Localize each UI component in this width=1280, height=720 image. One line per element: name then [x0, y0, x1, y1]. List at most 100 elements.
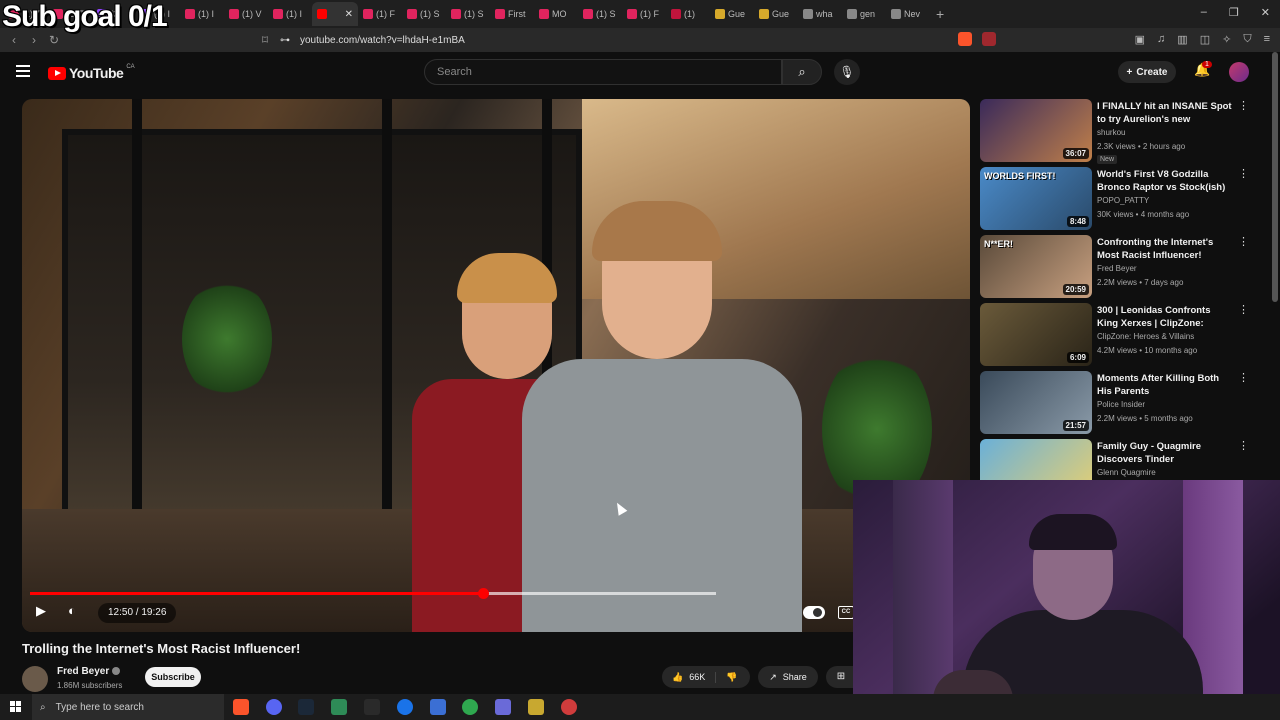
browser-tab[interactable]: (1) F: [622, 2, 666, 26]
recommended-video[interactable]: N**ER! 20:59 Confronting the Internet's Mo…: [980, 235, 1260, 303]
vpn-icon[interactable]: ⛉: [1243, 33, 1251, 46]
account-avatar[interactable]: [1229, 62, 1249, 82]
discord-taskbar-icon[interactable]: [266, 699, 282, 715]
play-icon[interactable]: ▶: [36, 603, 46, 619]
app-taskbar-icon[interactable]: [331, 699, 347, 715]
browser-tab[interactable]: (1) I: [180, 2, 224, 26]
wallet-icon[interactable]: ◫: [1200, 33, 1210, 46]
minimize-icon[interactable]: –: [1201, 6, 1207, 19]
browser-tab[interactable]: (1) I: [268, 2, 312, 26]
more-options-icon[interactable]: ⋮: [1238, 235, 1249, 248]
recommended-video-title[interactable]: I FINALLY hit an INSANE Spot to try Aure…: [1097, 100, 1233, 126]
browser-tab[interactable]: (1) F: [358, 2, 402, 26]
video-thumbnail[interactable]: 21:57: [980, 371, 1092, 434]
share-button[interactable]: ↗ Share: [758, 666, 818, 688]
brave-taskbar-icon[interactable]: [233, 699, 249, 715]
more-options-icon[interactable]: ⋮: [1238, 439, 1249, 452]
browser-tab[interactable]: First: [490, 2, 534, 26]
media-icon[interactable]: ♫: [1157, 33, 1165, 46]
browser-tab[interactable]: (1) S: [446, 2, 490, 26]
recommended-video-title[interactable]: Moments After Killing Both His Parents: [1097, 372, 1233, 398]
browser-tab[interactable]: (1) S: [578, 2, 622, 26]
reload-icon[interactable]: ↻: [44, 33, 64, 47]
youtube-logo[interactable]: YouTube CA: [48, 64, 135, 81]
browser-tab[interactable]: MO: [534, 2, 578, 26]
subscribe-button[interactable]: Subscribe: [145, 667, 201, 687]
browser-tab[interactable]: Gue: [754, 2, 798, 26]
recommended-channel-name[interactable]: Glenn Quagmire: [1097, 468, 1156, 477]
menu-icon[interactable]: ≡: [1264, 33, 1270, 46]
xbox-taskbar-icon[interactable]: [462, 699, 478, 715]
app-taskbar-icon[interactable]: [397, 699, 413, 715]
video-thumbnail[interactable]: WORLDS FIRST! 8:48: [980, 167, 1092, 230]
video-thumbnail[interactable]: 36:07: [980, 99, 1092, 162]
recommended-video[interactable]: 36:07 I FINALLY hit an INSANE Spot to try…: [980, 99, 1260, 167]
recommended-video[interactable]: 6:09 300 | Leonidas Confronts King Xerxes…: [980, 303, 1260, 371]
browser-tab[interactable]: Nev: [886, 2, 930, 26]
close-window-icon[interactable]: ✕: [1261, 6, 1270, 19]
taskbar-search[interactable]: ⌕ Type here to search: [32, 694, 224, 720]
epic-taskbar-icon[interactable]: [364, 699, 380, 715]
recommended-video-title[interactable]: Family Guy - Quagmire Discovers Tinder: [1097, 440, 1233, 466]
dislike-button[interactable]: 👎: [716, 672, 747, 683]
page-scrollbar[interactable]: [1272, 52, 1278, 302]
recommended-channel-name[interactable]: shurkou: [1097, 128, 1125, 137]
reader-icon[interactable]: ▥: [1177, 33, 1187, 46]
video-thumbnail[interactable]: N**ER! 20:59: [980, 235, 1092, 298]
browser-tab[interactable]: Gue: [710, 2, 754, 26]
maximize-icon[interactable]: ❐: [1229, 6, 1239, 19]
recommended-video[interactable]: 21:57 Moments After Killing Both His Pare…: [980, 371, 1260, 439]
bookmark-icon[interactable]: ⌑: [255, 33, 275, 47]
brave-shield-icon[interactable]: [958, 32, 972, 46]
more-options-icon[interactable]: ⋮: [1238, 99, 1249, 112]
microphone-icon[interactable]: 🎙: [834, 59, 860, 85]
search-input[interactable]: Search: [424, 59, 782, 85]
save-button[interactable]: ⊞: [826, 666, 856, 688]
windows-start-icon[interactable]: [10, 701, 22, 713]
browser-tab[interactable]: wha: [798, 2, 842, 26]
progress-scrubber[interactable]: [477, 588, 489, 599]
recommended-channel-name[interactable]: Police Insider: [1097, 400, 1145, 409]
recommended-channel-name[interactable]: POPO_PATTY: [1097, 196, 1149, 205]
steam-taskbar-icon[interactable]: [298, 699, 314, 715]
recommended-channel-name[interactable]: Fred Beyer: [1097, 264, 1137, 273]
browser-tab[interactable]: ✕: [312, 2, 358, 26]
captions-icon[interactable]: CC: [838, 606, 854, 619]
app-taskbar-icon[interactable]: [528, 699, 544, 715]
browser-tab[interactable]: (1): [666, 2, 710, 26]
like-button[interactable]: 👍 66K: [662, 671, 717, 683]
app-taskbar-icon[interactable]: [430, 699, 446, 715]
tab-close-icon[interactable]: ✕: [345, 9, 353, 20]
forward-icon[interactable]: ›: [24, 33, 44, 47]
more-options-icon[interactable]: ⋮: [1238, 167, 1249, 180]
browser-tab[interactable]: (1) S: [402, 2, 446, 26]
recommended-video-title[interactable]: World's First V8 Godzilla Bronco Raptor …: [1097, 168, 1233, 194]
back-icon[interactable]: ‹: [4, 33, 24, 47]
address-bar[interactable]: ⊶ youtube.com/watch?v=lhdaH-e1mBA: [280, 32, 1000, 48]
browser-tab[interactable]: gen: [842, 2, 886, 26]
autoplay-toggle[interactable]: [803, 606, 825, 619]
video-thumbnail[interactable]: 6:09: [980, 303, 1092, 366]
video-progress-bar[interactable]: [30, 588, 716, 599]
site-info-icon[interactable]: ⊶: [280, 35, 290, 46]
recommended-video-title[interactable]: Confronting the Internet's Most Racist I…: [1097, 236, 1233, 262]
channel-avatar[interactable]: [22, 666, 48, 692]
recommended-video[interactable]: WORLDS FIRST! 8:48 World's First V8 Godzil…: [980, 167, 1260, 235]
channel-name[interactable]: Fred Beyer: [57, 666, 121, 677]
sidebar-icon[interactable]: ▣: [1135, 33, 1145, 46]
video-player[interactable]: [22, 99, 970, 632]
browser-tab[interactable]: (1) V: [224, 2, 268, 26]
guide-menu-icon[interactable]: [16, 65, 30, 80]
leo-icon[interactable]: ✧: [1222, 33, 1231, 46]
brave-rewards-icon[interactable]: [982, 32, 996, 46]
search-icon[interactable]: ⌕: [782, 59, 822, 85]
recommended-channel-name[interactable]: ClipZone: Heroes & Villains: [1097, 332, 1194, 341]
app-taskbar-icon[interactable]: [495, 699, 511, 715]
obs-taskbar-icon[interactable]: [561, 699, 577, 715]
new-tab-icon[interactable]: +: [936, 6, 944, 22]
more-options-icon[interactable]: ⋮: [1238, 371, 1249, 384]
recommended-video-title[interactable]: 300 | Leonidas Confronts King Xerxes | C…: [1097, 304, 1233, 330]
volume-icon[interactable]: ◐: [68, 603, 76, 618]
create-button[interactable]: + Create: [1118, 61, 1176, 83]
more-options-icon[interactable]: ⋮: [1238, 303, 1249, 316]
